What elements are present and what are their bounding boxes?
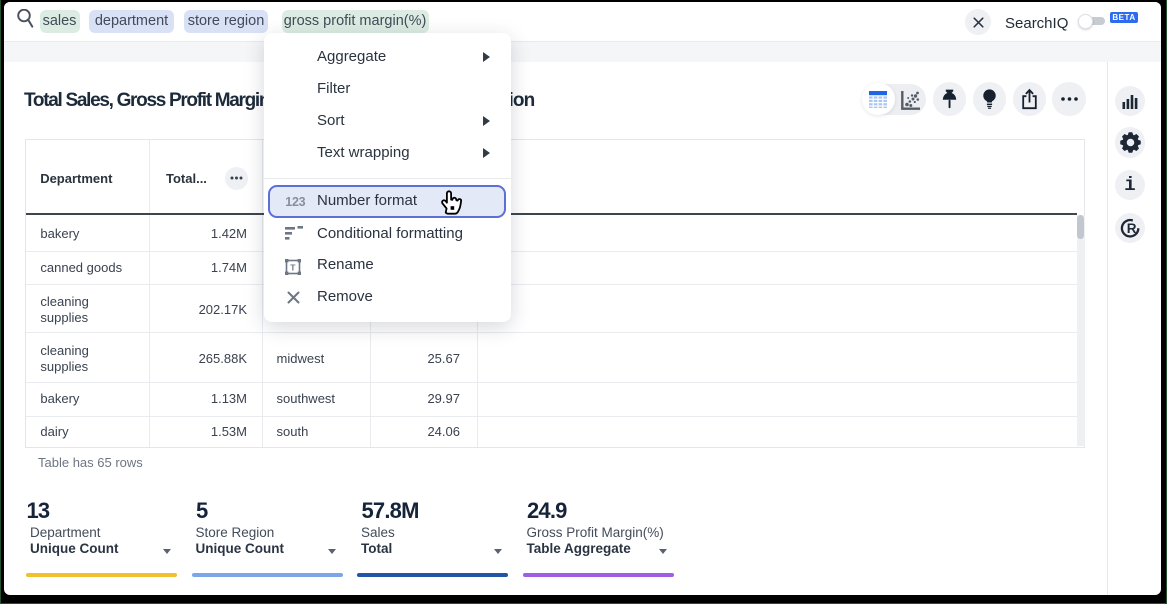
svg-text:T: T — [290, 262, 296, 272]
svg-text:R: R — [1127, 221, 1137, 236]
